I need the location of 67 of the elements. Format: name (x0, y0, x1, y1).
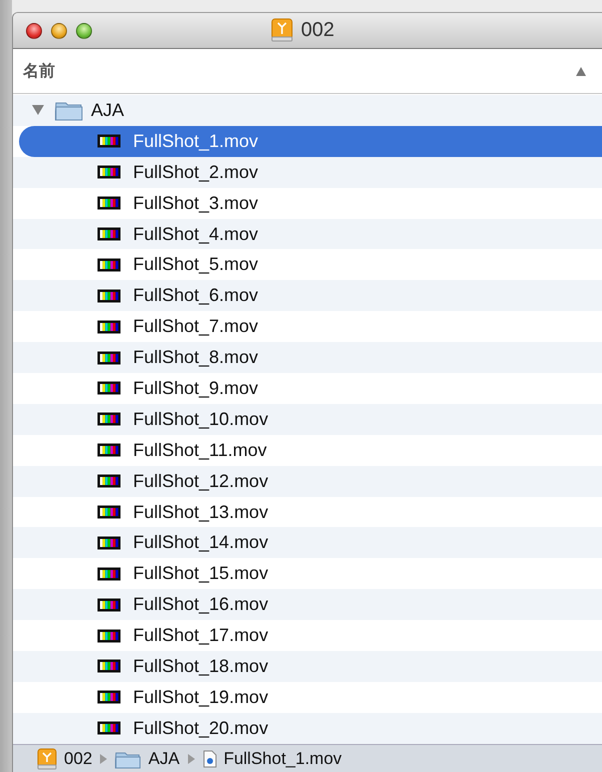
movie-file-icon (97, 381, 121, 396)
path-item[interactable]: 002 (64, 749, 92, 770)
movie-file-icon (97, 659, 121, 674)
movie-file-icon (97, 536, 121, 550)
list-row[interactable]: FullShot_12.mov (13, 466, 602, 497)
movie-file-icon (97, 258, 121, 272)
zoom-button[interactable] (76, 22, 92, 38)
list-row[interactable]: FullShot_2.mov (13, 156, 602, 188)
list-row[interactable]: AJA (13, 95, 602, 126)
movie-file-icon (97, 628, 121, 643)
file-name: FullShot_2.mov (133, 162, 258, 183)
file-name: FullShot_7.mov (133, 316, 258, 338)
movie-file-icon (97, 598, 121, 612)
file-name: FullShot_14.mov (133, 532, 268, 554)
movie-file-icon (97, 721, 121, 736)
list-row[interactable]: FullShot_1.mov (19, 126, 602, 157)
movie-file-icon (97, 443, 121, 458)
path-item[interactable]: FullShot_1.mov (224, 749, 342, 770)
file-name: FullShot_1.mov (133, 130, 258, 152)
file-name: FullShot_16.mov (133, 594, 268, 616)
movie-file-icon (97, 690, 121, 704)
file-name: FullShot_11.mov (133, 440, 267, 461)
list-row[interactable]: FullShot_14.mov (13, 527, 602, 558)
list-row[interactable]: FullShot_16.mov (13, 589, 602, 620)
movie-file-icon (97, 474, 121, 488)
list-row[interactable]: FullShot_4.mov (13, 218, 602, 250)
close-button[interactable] (26, 22, 42, 38)
column-header[interactable]: 名前 (13, 49, 602, 94)
list-row[interactable]: FullShot_20.mov (13, 712, 602, 744)
file-name: FullShot_10.mov (133, 408, 268, 430)
path-separator-icon (100, 754, 108, 764)
movie-file-icon (97, 350, 121, 365)
drive-icon (271, 18, 293, 42)
movie-file-icon (97, 320, 121, 334)
file-name: FullShot_19.mov (133, 686, 268, 708)
path-item[interactable]: AJA (148, 749, 180, 770)
movie-file-icon (97, 505, 121, 520)
file-name: FullShot_3.mov (133, 192, 258, 214)
file-name: FullShot_4.mov (133, 224, 258, 244)
list-row[interactable]: FullShot_6.mov (13, 280, 602, 312)
movie-file-icon (97, 412, 121, 426)
movie-file-icon (97, 566, 121, 581)
file-name: FullShot_6.mov (133, 285, 258, 306)
disclosure-triangle-icon[interactable] (31, 104, 45, 116)
document-icon (202, 750, 217, 768)
file-name: FullShot_13.mov (133, 502, 268, 523)
movie-file-icon (97, 227, 121, 241)
minimize-button[interactable] (51, 22, 67, 38)
list-row[interactable]: FullShot_10.mov (13, 404, 602, 435)
movie-file-icon (97, 288, 121, 303)
list-row[interactable]: FullShot_8.mov (13, 342, 602, 374)
movie-file-icon (97, 165, 121, 180)
window-title: 002 (301, 18, 334, 42)
list-row[interactable]: FullShot_18.mov (13, 651, 602, 682)
file-name: FullShot_20.mov (133, 718, 268, 739)
file-name: FullShot_18.mov (133, 656, 268, 677)
movie-file-icon (97, 134, 121, 148)
file-name: FullShot_15.mov (133, 563, 268, 584)
path-separator-icon (188, 754, 195, 764)
file-name: FullShot_8.mov (133, 347, 258, 368)
file-name: FullShot_12.mov (133, 470, 268, 492)
list-row[interactable]: FullShot_13.mov (13, 496, 602, 528)
movie-file-icon (97, 196, 121, 210)
file-name: FullShot_9.mov (133, 378, 258, 399)
file-name: FullShot_5.mov (133, 254, 258, 276)
file-name: AJA (91, 100, 124, 121)
file-name: FullShot_17.mov (133, 625, 268, 646)
